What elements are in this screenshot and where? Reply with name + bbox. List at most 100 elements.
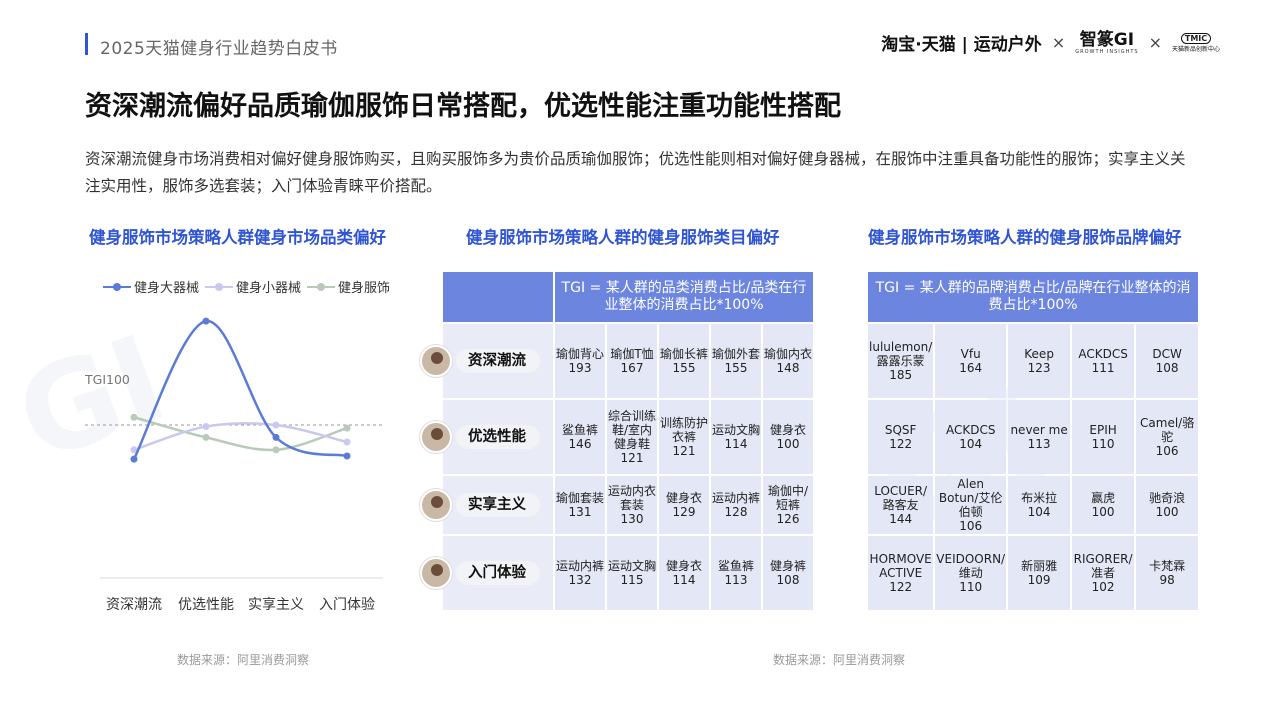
cell-name: 瑜伽长裤 xyxy=(660,347,709,361)
cell-tgi-value: 126 xyxy=(776,512,800,526)
cell-tgi-value: 113 xyxy=(1027,437,1051,451)
cell-name: SQSF xyxy=(884,423,917,437)
cell-tgi-value: 164 xyxy=(959,361,983,375)
brand-cell: SQSF 122 xyxy=(868,400,934,474)
cell-name: 运动内裤 xyxy=(712,491,761,505)
category-cell: 瑜伽套装 131 xyxy=(555,476,605,534)
cell-name: HORMOVE ACTIVE xyxy=(869,552,932,580)
category-cell: 运动内裤 132 xyxy=(555,536,605,610)
cell-tgi-value: 193 xyxy=(568,361,592,375)
cell-tgi-value: 146 xyxy=(568,437,592,451)
cell-name: 健身衣 xyxy=(769,423,806,437)
cell-name: EPIH xyxy=(1089,423,1117,437)
row-label-cell: 入门体验 xyxy=(420,536,553,610)
cell-name: 瑜伽背心 xyxy=(556,347,605,361)
series-point-1 xyxy=(343,452,351,460)
data-source-left: 数据来源：阿里消费洞察 xyxy=(177,653,310,667)
category-cell: 运动内裤 128 xyxy=(711,476,761,534)
data-source-right: 数据来源：阿里消费洞察 xyxy=(773,653,906,667)
row-label-cell: 资深潮流 xyxy=(420,324,553,398)
brand-cell: HORMOVE ACTIVE 122 xyxy=(868,536,934,610)
persona-avatar-image xyxy=(420,345,452,377)
cell-tgi-value: 110 xyxy=(1091,437,1115,451)
brand-section-title: 健身服饰市场策略人群的健身服饰品牌偏好 xyxy=(868,228,1182,247)
category-cell: 运动内衣套装 130 xyxy=(607,476,657,534)
cell-name: lululemon/露露乐蒙 xyxy=(869,340,933,368)
brand-cell: 布米拉 104 xyxy=(1008,476,1071,534)
category-cell: 瑜伽外套 155 xyxy=(711,324,761,398)
cell-name: 瑜伽外套 xyxy=(712,347,761,361)
series-point-3 xyxy=(343,424,351,432)
cell-tgi-value: 123 xyxy=(1027,361,1051,375)
cell-tgi-value: 114 xyxy=(672,573,696,587)
cell-name: 健身裤 xyxy=(769,559,806,573)
persona-label: 优选性能 xyxy=(456,425,540,449)
cell-name: 健身衣 xyxy=(665,491,702,505)
category-cell: 瑜伽背心 193 xyxy=(555,324,605,398)
header-accent-bar xyxy=(85,33,88,55)
cell-tgi-value: 128 xyxy=(724,505,748,519)
cell-tgi-value: 108 xyxy=(1155,361,1179,375)
category-cell: 瑜伽长裤 155 xyxy=(659,324,709,398)
cell-tgi-value: 106 xyxy=(959,519,983,533)
cell-tgi-value: 144 xyxy=(889,512,913,526)
brand-cell: 赢虎 100 xyxy=(1072,476,1135,534)
cell-name: Alen Botun/艾伦伯顿 xyxy=(938,477,1003,519)
cell-name: 布米拉 xyxy=(1021,491,1058,505)
cell-name: 运动内裤 xyxy=(556,559,605,573)
cell-name: RIGORER/准者 xyxy=(1073,552,1133,580)
persona-avatar-image xyxy=(420,489,452,521)
cell-name: LOCUER/路客友 xyxy=(874,484,928,512)
category-cell: 瑜伽内衣 148 xyxy=(763,324,813,398)
tmall-logo: 淘宝·天猫 | 运动户外 xyxy=(881,35,1042,55)
logo-separator: × xyxy=(1148,33,1162,52)
cell-tgi-value: 104 xyxy=(959,437,983,451)
row-label-cell: 优选性能 xyxy=(420,400,553,474)
brand-cell: ACKDCS 111 xyxy=(1072,324,1135,398)
brand-cell: Keep 123 xyxy=(1008,324,1071,398)
x-tick-label: 资深潮流 xyxy=(106,597,162,613)
cell-name: Keep xyxy=(1024,347,1054,361)
cell-name: 赢虎 xyxy=(1091,491,1116,505)
cell-tgi-value: 100 xyxy=(1155,505,1179,519)
cell-name: 瑜伽T恤 xyxy=(610,347,654,361)
table-header-blank xyxy=(443,272,553,322)
table-row: HORMOVE ACTIVE 122 VEIDOORN/维动 110 新丽雅 109 RIG… xyxy=(868,536,1199,610)
cell-name: 鲨鱼裤 xyxy=(561,423,598,437)
tmic-logo: TMIC 天猫新品创新中心 xyxy=(1171,32,1220,53)
category-cell: 健身裤 108 xyxy=(763,536,813,610)
series-point-3 xyxy=(130,413,138,421)
page-title: 资深潮流偏好品质瑜伽服饰日常搭配，优选性能注重功能性搭配 xyxy=(85,91,841,122)
category-preference-table: TGI = 某人群的品类消费占比/品类在行业整体的消费占比*100% 资深潮流 瑜伽… xyxy=(420,270,815,612)
category-cell: 瑜伽T恤 167 xyxy=(607,324,657,398)
cell-name: 运动内衣套装 xyxy=(608,484,657,512)
table-row: 入门体验 运动内裤 132 运动文胸 115 健身衣 114 鲨鱼裤 113 健身裤 108 xyxy=(420,536,813,610)
x-tick-label: 优选性能 xyxy=(178,597,234,613)
persona-avatar-image xyxy=(420,421,452,453)
cell-name: 瑜伽套装 xyxy=(556,491,605,505)
category-cell: 健身衣 129 xyxy=(659,476,709,534)
cell-tgi-value: 122 xyxy=(889,580,913,594)
table-row: LOCUER/路客友 144 Alen Botun/艾伦伯顿 106 布米拉 104 赢虎 1… xyxy=(868,476,1199,534)
brand-cell: RIGORER/准者 102 xyxy=(1072,536,1135,610)
cell-name: 训练防护衣裤 xyxy=(660,416,709,444)
cell-tgi-value: 115 xyxy=(620,573,644,587)
cell-tgi-value: 111 xyxy=(1091,361,1115,375)
cell-tgi-value: 130 xyxy=(620,512,644,526)
cell-name: 运动文胸 xyxy=(608,559,657,573)
brand-cell: EPIH 110 xyxy=(1072,400,1135,474)
brand-cell: 新丽雅 109 xyxy=(1008,536,1071,610)
brand-cell: DCW 108 xyxy=(1136,324,1199,398)
brand-preference-table: TGI = 某人群的品牌消费占比/品牌在行业整体的消费占比*100% lulule… xyxy=(866,270,1200,612)
brand-cell: Alen Botun/艾伦伯顿 106 xyxy=(935,476,1007,534)
series-point-2 xyxy=(202,423,210,431)
line-chart xyxy=(85,317,385,579)
cell-tgi-value: 167 xyxy=(620,361,644,375)
cell-name: 新丽雅 xyxy=(1021,559,1058,573)
cell-tgi-value: 113 xyxy=(724,573,748,587)
table-row: 资深潮流 瑜伽背心 193 瑜伽T恤 167 瑜伽长裤 155 瑜伽外套 155 瑜伽内衣 148 xyxy=(420,324,813,398)
cell-tgi-value: 104 xyxy=(1027,505,1051,519)
chart-section-title: 健身服饰市场策略人群健身市场品类偏好 xyxy=(89,228,386,247)
brand-cell: LOCUER/路客友 144 xyxy=(868,476,934,534)
category-cell: 综合训练鞋/室内健身鞋 121 xyxy=(607,400,657,474)
